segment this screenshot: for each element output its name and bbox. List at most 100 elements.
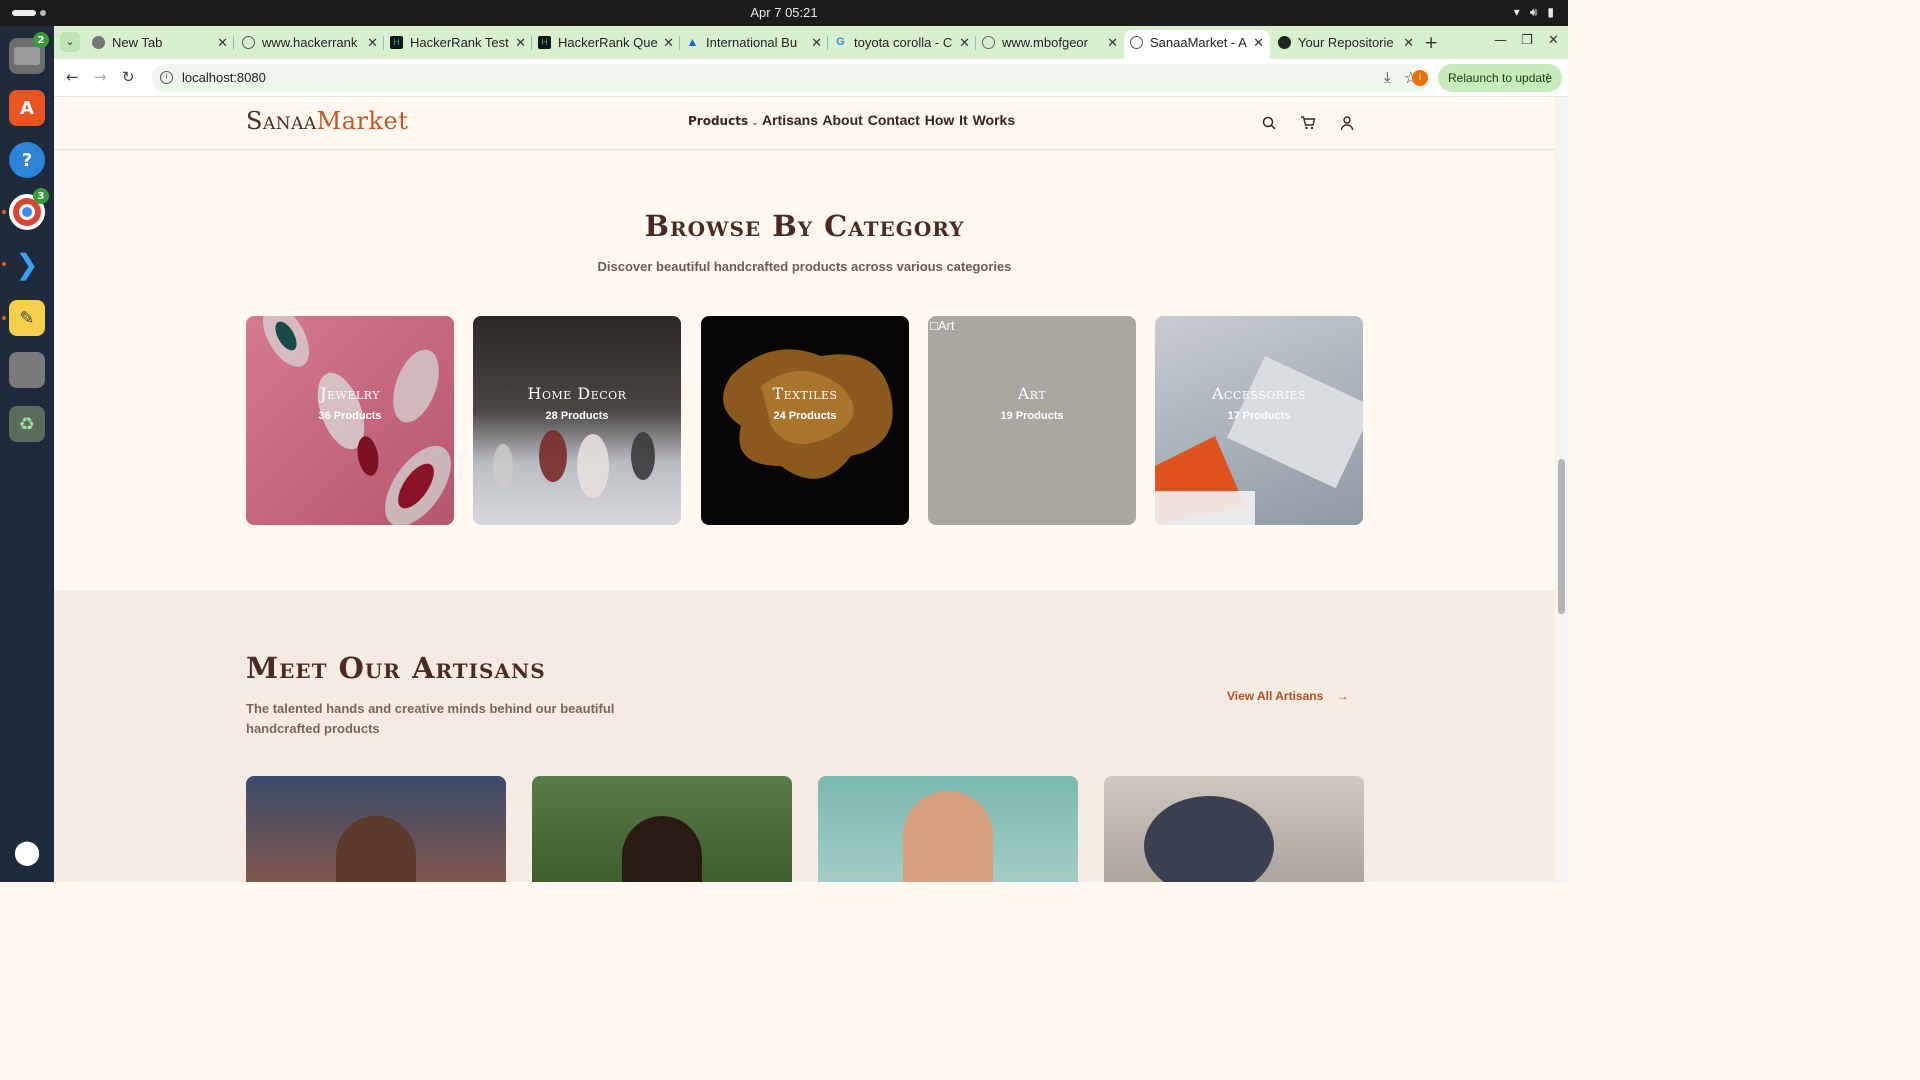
- site-info-icon[interactable]: i: [160, 71, 173, 84]
- profile-avatar[interactable]: i: [1412, 70, 1428, 86]
- view-all-label: View All Artisans: [1227, 689, 1324, 703]
- address-bar[interactable]: i localhost:8080 ☆: [152, 64, 1430, 92]
- chrome-running-indicator: [2, 210, 6, 214]
- help-icon[interactable]: ?: [9, 142, 45, 178]
- search-icon[interactable]: [1261, 115, 1277, 131]
- page-scrollbar[interactable]: [1555, 97, 1568, 882]
- tab-label: SanaaMarket - A: [1150, 35, 1247, 50]
- close-icon[interactable]: ✕: [663, 30, 674, 55]
- close-icon[interactable]: ✕: [959, 30, 970, 55]
- close-icon[interactable]: ✕: [515, 30, 526, 55]
- site-logo[interactable]: SanaaMarket: [246, 107, 408, 135]
- category-card-textiles[interactable]: Textiles 24 Products: [701, 316, 909, 525]
- cart-icon[interactable]: [1300, 115, 1316, 131]
- system-clock[interactable]: Apr 7 05:21: [0, 5, 1568, 20]
- user-icon[interactable]: [1339, 115, 1355, 131]
- reload-button[interactable]: ↻: [122, 68, 135, 86]
- category-count: 19 Products: [1000, 410, 1064, 422]
- tab-hackerrank-test[interactable]: H HackerRank Test ✕: [384, 30, 532, 59]
- tab-hackerrank-questions[interactable]: H HackerRank Que ✕: [532, 30, 680, 59]
- vscode-icon[interactable]: ❯: [9, 246, 45, 282]
- relaunch-button[interactable]: Relaunch to update ⋮: [1438, 64, 1562, 92]
- tab-label: www.hackerrank: [262, 35, 358, 50]
- page-viewport: SanaaMarket Products ⌄ Artisans About Con…: [54, 97, 1555, 882]
- chrome-badge: 3: [33, 188, 49, 204]
- logo-market: Market: [316, 107, 409, 135]
- forward-button[interactable]: →: [94, 68, 107, 86]
- artisan-photo: [622, 816, 702, 882]
- artisan-card[interactable]: [818, 776, 1078, 882]
- artisan-photo: [336, 816, 416, 882]
- close-icon[interactable]: ✕: [217, 30, 228, 55]
- maximize-button[interactable]: ❐: [1521, 33, 1533, 48]
- software-center-icon[interactable]: A: [9, 90, 45, 126]
- device-icon[interactable]: [9, 352, 45, 388]
- site-header: SanaaMarket Products ⌄ Artisans About Con…: [54, 97, 1555, 150]
- close-icon[interactable]: ✕: [367, 30, 378, 55]
- artisan-photo: [903, 791, 993, 882]
- view-all-artisans-link[interactable]: View All Artisans →: [1227, 689, 1349, 703]
- chevron-down-icon: ⌄: [751, 118, 759, 128]
- tab-sanaamarket[interactable]: SanaaMarket - A ✕: [1124, 30, 1270, 59]
- dock: 2 A ? 3 ❯ ✎ ♻ ⬤: [0, 26, 54, 882]
- files-icon[interactable]: 2: [9, 32, 49, 74]
- category-name: Accessories: [1211, 384, 1306, 403]
- tab-new-tab[interactable]: New Tab ✕: [86, 30, 234, 59]
- close-icon[interactable]: ✕: [1403, 30, 1414, 55]
- chrome-icon[interactable]: 3: [9, 188, 49, 230]
- scrollbar-thumb[interactable]: [1558, 459, 1565, 614]
- browse-title: Browse By Category: [644, 209, 965, 243]
- tab-mbofgeorgia[interactable]: www.mbofgeor ✕: [976, 30, 1124, 59]
- close-icon[interactable]: ✕: [811, 30, 822, 55]
- artisans-subtitle: The talented hands and creative minds be…: [246, 701, 615, 736]
- category-count: 28 Products: [545, 410, 609, 422]
- tab-google-search[interactable]: G toyota corolla - C ✕: [828, 30, 976, 59]
- url-text[interactable]: localhost:8080: [182, 70, 266, 85]
- category-card-art[interactable]: □Art Art 19 Products: [928, 316, 1136, 525]
- battery-icon: ▮: [1547, 5, 1554, 19]
- tab-label: toyota corolla - C: [854, 35, 953, 50]
- show-apps-icon[interactable]: ⬤: [9, 834, 45, 870]
- tab-github[interactable]: Your Repositorie ✕: [1272, 30, 1420, 59]
- broken-image-icon: □: [930, 318, 938, 333]
- close-icon[interactable]: ✕: [1107, 30, 1118, 55]
- github-icon: [1278, 36, 1291, 49]
- system-tray[interactable]: ▾ 🔊︎ ▮: [1514, 5, 1554, 20]
- artisan-card[interactable]: [1104, 776, 1364, 882]
- arrow-right-icon: →: [1336, 689, 1349, 703]
- back-button[interactable]: ←: [66, 68, 79, 86]
- editor-running-indicator: [2, 316, 6, 320]
- nav-links[interactable]: Artisans About Contact How It Works: [762, 112, 1015, 128]
- broken-image-alt-text: Art: [937, 318, 955, 333]
- nav-products[interactable]: Products ⌄: [688, 114, 759, 128]
- more-menu-icon[interactable]: ⋮: [1542, 64, 1554, 92]
- tab-hackerrank[interactable]: www.hackerrank ✕: [236, 30, 384, 59]
- artisans-title: Meet Our Artisans: [246, 651, 546, 685]
- broken-image-alt: □Art: [930, 318, 954, 333]
- download-icon[interactable]: ⤓: [1384, 68, 1391, 86]
- tab-label: HackerRank Que: [558, 35, 658, 50]
- category-name: Home Decor: [527, 384, 627, 403]
- close-icon[interactable]: ✕: [1253, 30, 1264, 55]
- minimize-button[interactable]: —: [1494, 33, 1507, 48]
- category-card-jewelry[interactable]: Jewelry 36 Products: [246, 316, 454, 525]
- tab-search-button[interactable]: ⌄: [60, 32, 80, 52]
- close-window-button[interactable]: ✕: [1548, 33, 1559, 48]
- artisan-photo: [1144, 796, 1274, 882]
- browser-toolbar: ← → ↻ i localhost:8080 ☆ ⤓ i Relaunch to…: [54, 59, 1568, 97]
- files-badge: 2: [33, 32, 49, 48]
- new-tab-button[interactable]: +: [1424, 33, 1438, 53]
- category-card-accessories[interactable]: Accessories 17 Products: [1155, 316, 1363, 525]
- logo-sanaa: Sanaa: [246, 107, 317, 135]
- category-name: Textiles: [772, 384, 838, 403]
- tab-label: Your Repositorie: [1298, 35, 1394, 50]
- text-editor-icon[interactable]: ✎: [9, 300, 45, 336]
- artisan-card[interactable]: [246, 776, 506, 882]
- artisan-card[interactable]: [532, 776, 792, 882]
- globe-icon: [1130, 36, 1143, 49]
- tab-international[interactable]: ▲ International Bu ✕: [680, 30, 828, 59]
- category-card-home-decor[interactable]: Home Decor 28 Products: [473, 316, 681, 525]
- trash-icon[interactable]: ♻: [9, 406, 45, 442]
- tab-label: www.mbofgeor: [1002, 35, 1088, 50]
- volume-icon: 🔊︎: [1529, 5, 1538, 19]
